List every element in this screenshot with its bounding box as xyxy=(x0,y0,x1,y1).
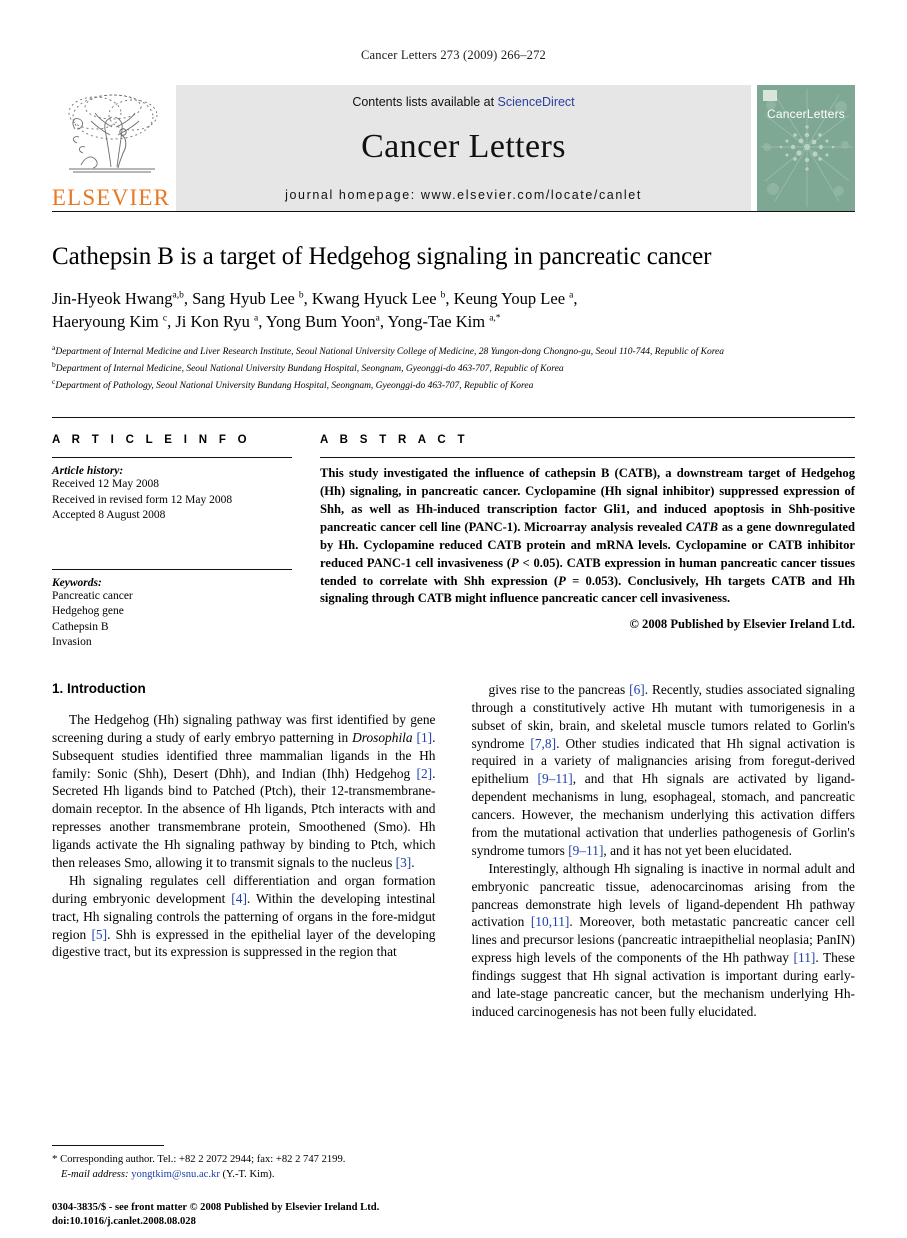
abstract-column: A B S T R A C T This study investigated … xyxy=(320,434,855,651)
elsevier-logo: ELSEVIER xyxy=(52,85,170,211)
footnote-marker: * xyxy=(52,1153,58,1166)
journal-masthead: ELSEVIER Contents lists available at Sci… xyxy=(52,85,855,211)
abstract-rule xyxy=(320,457,855,459)
section-heading-introduction: 1. Introduction xyxy=(52,680,146,696)
keyword-item: Cathepsin B xyxy=(52,620,109,633)
article-info-column: A R T I C L E I N F O Article history: R… xyxy=(52,434,320,651)
running-head: Cancer Letters 273 (2009) 266–272 xyxy=(360,48,547,62)
footnote-divider xyxy=(52,1145,164,1147)
keywords-rule xyxy=(52,568,292,570)
abstract-text: This study investigated the influence of… xyxy=(320,466,856,606)
keyword-item: Invasion xyxy=(52,636,92,649)
paragraph: Interestingly, although Hh signaling is … xyxy=(471,860,856,1019)
keywords-block: Keywords: Pancreatic cancer Hedgehog gen… xyxy=(52,568,292,651)
abstract-copyright: © 2008 Published by Elsevier Ireland Ltd… xyxy=(629,617,855,632)
corresponding-author-text: Corresponding author. Tel.: +82 2 2072 2… xyxy=(60,1154,346,1166)
paragraph: Hh signaling regulates cell differentiat… xyxy=(52,872,436,960)
title-block: Cathepsin B is a target of Hedgehog sign… xyxy=(52,242,855,393)
keyword-item: Hedgehog gene xyxy=(52,605,124,618)
paragraph: gives rise to the pancreas [6]. Recently… xyxy=(471,681,856,858)
body-columns: 1. Introduction The Hedgehog (Hh) signal… xyxy=(52,681,855,1021)
imprint-doi: doi:10.1016/j.canlet.2008.08.028 xyxy=(52,1216,196,1228)
article-info-heading: A R T I C L E I N F O xyxy=(52,434,251,447)
email-address-label: E-mail address: xyxy=(61,1168,129,1180)
history-revised: Received in revised form 12 May 2008 xyxy=(52,493,233,506)
info-abstract-panel: A R T I C L E I N F O Article history: R… xyxy=(52,417,855,651)
affiliation-a: aDepartment of Internal Medicine and Liv… xyxy=(52,343,725,358)
paper-page: Cancer Letters 273 (2009) 266–272 ELSEVI… xyxy=(0,0,907,1238)
journal-title: Cancer Letters xyxy=(361,127,566,165)
cover-journal-title: CancerLetters xyxy=(767,107,845,121)
author-list: Jin-Hyeok Hwanga,b, Sang Hyub Lee b, Kwa… xyxy=(52,287,855,334)
author-line-1: Jin-Hyeok Hwanga,b, Sang Hyub Lee b, Kwa… xyxy=(52,288,578,308)
article-history-label: Article history: xyxy=(52,465,124,478)
history-accepted: Accepted 8 August 2008 xyxy=(52,509,166,522)
masthead-center-panel: Contents lists available at ScienceDirec… xyxy=(176,85,751,211)
journal-homepage-line[interactable]: journal homepage: www.elsevier.com/locat… xyxy=(285,188,642,202)
contents-available-line: Contents lists available at ScienceDirec… xyxy=(352,95,574,109)
masthead-divider xyxy=(52,211,855,212)
elsevier-tree-icon xyxy=(68,94,158,173)
contents-prefix: Contents lists available at xyxy=(352,95,498,109)
corresponding-author-note: * Corresponding author. Tel.: +82 2 2072… xyxy=(52,1152,444,1182)
journal-cover-thumbnail: CancerLetters xyxy=(757,85,855,211)
footnote-zone: * Corresponding author. Tel.: +82 2 2072… xyxy=(52,1145,444,1182)
cover-publisher-badge xyxy=(763,90,777,101)
email-link[interactable]: yongtkim@snu.ac.kr xyxy=(131,1169,220,1180)
email-owner: (Y.-T. Kim). xyxy=(222,1168,275,1180)
imprint-front-matter: 0304-3835/$ - see front matter © 2008 Pu… xyxy=(52,1201,380,1213)
cover-artwork xyxy=(757,85,855,211)
author-line-2: Haeryoung Kim c, Ji Kon Ryu a, Yong Bum … xyxy=(52,311,501,331)
elsevier-wordmark: ELSEVIER xyxy=(51,185,171,210)
article-info-rule xyxy=(52,457,292,459)
imprint-block: 0304-3835/$ - see front matter © 2008 Pu… xyxy=(52,1201,472,1230)
body-column-right: gives rise to the pancreas [6]. Recently… xyxy=(472,681,856,1021)
page-title: Cathepsin B is a target of Hedgehog sign… xyxy=(52,243,712,270)
sciencedirect-link[interactable]: ScienceDirect xyxy=(498,95,575,109)
affiliation-b: bDepartment of Internal Medicine, Seoul … xyxy=(52,359,564,375)
affiliation-c: cDepartment of Pathology, Seoul National… xyxy=(52,376,534,391)
paragraph: The Hedgehog (Hh) signaling pathway was … xyxy=(52,711,436,870)
affiliation-list: aDepartment of Internal Medicine and Liv… xyxy=(52,343,855,393)
abstract-heading: A B S T R A C T xyxy=(320,434,469,447)
history-received: Received 12 May 2008 xyxy=(52,478,159,491)
body-column-left: 1. Introduction The Hedgehog (Hh) signal… xyxy=(52,681,436,1021)
keywords-label: Keywords: xyxy=(52,576,102,589)
keyword-item: Pancreatic cancer xyxy=(52,589,133,602)
